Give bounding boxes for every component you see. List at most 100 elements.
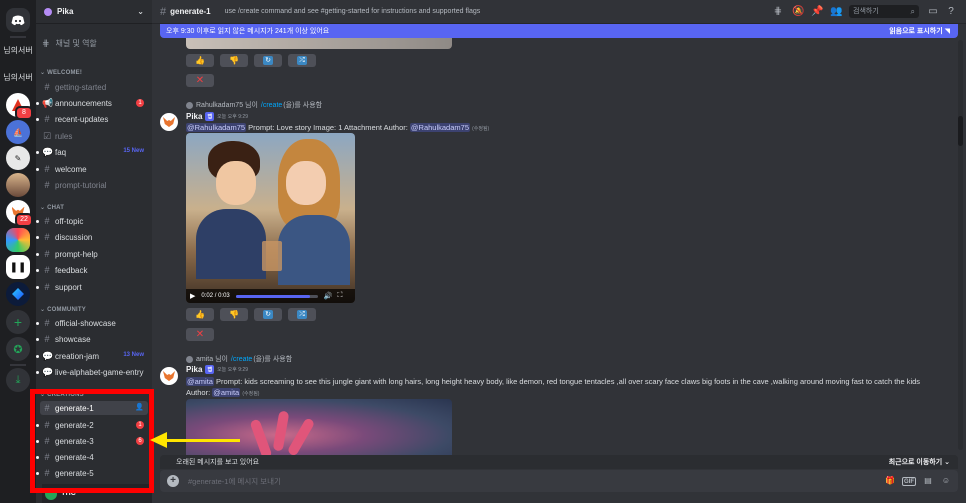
video-progress-fill [235, 294, 310, 298]
channel-faq[interactable]: 💬 faq 15 New [36, 145, 148, 159]
discord-home-button[interactable] [6, 8, 30, 32]
video-attachment[interactable]: ▶ 0:02 / 0:03 🔊 ⛶ [186, 133, 355, 303]
author-mention[interactable]: @amita [212, 388, 241, 397]
channel-off-topic[interactable]: # off-topic [36, 214, 148, 228]
attach-plus-icon[interactable]: + [167, 475, 179, 487]
server-icon-pause[interactable]: ❚❚ [6, 255, 30, 279]
video-progress-bar[interactable] [235, 294, 318, 298]
channel-creation-jam[interactable]: 💬 creation-jam 13 New [36, 349, 148, 363]
message-composer[interactable]: + #generate-1에 메시지 보내기 🎁 GIF ▤ ☺ [160, 470, 958, 492]
mark-as-read-button[interactable]: 읽음으로 표시하기 ◥ [889, 26, 950, 36]
user-mention[interactable]: @Rahulkadam75 [186, 123, 247, 132]
ship-icon: ⛵ [6, 120, 30, 144]
volume-icon[interactable]: 🔊 [324, 292, 333, 300]
channel-feedback[interactable]: # feedback [36, 263, 148, 277]
invite-user-icon[interactable]: 👤 [135, 403, 144, 411]
thumbs-down-icon: 👎 [229, 56, 239, 65]
thumbs-up-button[interactable]: 👍 [186, 54, 214, 67]
pika-avatar[interactable] [160, 113, 178, 131]
explore-servers-button[interactable]: ✪ [6, 337, 30, 361]
server-icon-blue[interactable] [6, 282, 30, 306]
channel-generate-4[interactable]: # generate-4 [36, 450, 148, 464]
delete-button[interactable]: ✕ [186, 328, 214, 341]
mute-bell-icon[interactable]: 🔕 [792, 6, 804, 18]
search-input[interactable]: 검색하기 ⌕ [849, 5, 919, 18]
message-author[interactable]: Pika 앱 오늘 오후 9:29 [186, 112, 248, 121]
command-reply[interactable]: Rahulkadam75 님이 /create (을)를 사용함 [186, 100, 322, 110]
thumbs-down-button[interactable]: 👎 [220, 54, 248, 67]
shuffle-button[interactable]: ⤮ [288, 54, 316, 67]
delete-button[interactable]: ✕ [186, 74, 214, 87]
channel-announcements[interactable]: 📢 announcements 1 [36, 96, 148, 110]
threads-icon[interactable]: ⋕ [772, 6, 784, 18]
channel-recent-updates[interactable]: # recent-updates [36, 112, 148, 126]
channel-generate-3[interactable]: # generate-3 6 [36, 434, 148, 448]
user-name: YHC [61, 490, 76, 497]
retry-button[interactable]: ↻ [254, 54, 282, 67]
server-header[interactable]: Pika ⌄ [36, 0, 152, 24]
user-avatar[interactable] [45, 487, 57, 500]
user-mention[interactable]: @amita [186, 377, 214, 386]
browse-channels-button[interactable]: ⋕ 채널 및 역할 [42, 38, 97, 49]
add-server-button[interactable]: + [6, 310, 30, 334]
inbox-icon[interactable]: ▭ [927, 6, 939, 18]
play-icon[interactable]: ▶ [190, 292, 195, 300]
gif-icon[interactable]: GIF [902, 477, 916, 486]
channel-prompt-tutorial[interactable]: # prompt-tutorial [40, 178, 148, 192]
author-mention[interactable]: @Rahulkadam75 [409, 123, 470, 132]
jump-label: 최근으로 이동하기 [888, 459, 943, 466]
category-community[interactable]: ⌄ COMMUNITY [40, 306, 86, 313]
command-reply[interactable]: amita 님이 /create (을)를 사용함 [186, 354, 292, 364]
channel-topic[interactable]: use /create command and see #getting-sta… [225, 8, 481, 15]
channel-rules[interactable]: ☑ rules [40, 129, 148, 143]
help-icon[interactable]: ? [945, 6, 957, 18]
fullscreen-icon[interactable]: ⛶ [337, 292, 342, 300]
server-icon-red[interactable]: 8 [6, 93, 33, 120]
server-item-text[interactable]: 님의서버 [2, 45, 34, 56]
server-icon-sketch[interactable]: ✎ [6, 146, 30, 170]
hash-icon: # [44, 452, 50, 462]
pika-avatar[interactable] [160, 367, 178, 385]
pin-icon[interactable]: 📌 [811, 6, 823, 18]
user-panel: YHC [42, 484, 152, 503]
server-item-text[interactable]: 님의서버 [2, 72, 34, 83]
scrollbar-track[interactable] [958, 40, 963, 450]
server-icon-portrait[interactable] [6, 173, 30, 197]
server-icon-pika[interactable]: 22 [6, 200, 33, 227]
shuffle-button[interactable]: ⤮ [288, 308, 316, 321]
channel-discussion[interactable]: # discussion [36, 230, 148, 244]
previous-image[interactable] [186, 38, 452, 49]
category-creations[interactable]: ⌄ CREATIONS [40, 391, 84, 398]
image-attachment[interactable] [186, 399, 452, 455]
thumbs-up-button[interactable]: 👍 [186, 308, 214, 321]
jump-to-present-button[interactable]: 최근으로 이동하기 ⌄ [889, 457, 950, 467]
server-icon-ship[interactable]: ⛵ [6, 120, 30, 144]
thumbs-down-button[interactable]: 👎 [220, 308, 248, 321]
message-author[interactable]: Pika 앱 오늘 오후 9:29 [186, 365, 248, 374]
channel-welcome[interactable]: # welcome [36, 162, 148, 176]
category-label: CHAT [47, 205, 65, 211]
unread-banner[interactable]: 오후 9:30 이후로 읽지 않은 메시지가 241개 이상 있어요 읽음으로 … [160, 24, 958, 38]
download-apps-button[interactable]: ⤓ [6, 368, 30, 392]
channel-generate-1[interactable]: # generate-1 👤 [40, 401, 148, 415]
channel-showcase[interactable]: # showcase [36, 332, 148, 346]
scrollbar-thumb[interactable] [958, 116, 963, 146]
channel-generate-5[interactable]: # generate-5 [36, 466, 148, 480]
category-chat[interactable]: ⌄ CHAT [40, 204, 64, 211]
channel-official-showcase[interactable]: # official-showcase [36, 316, 148, 330]
mark-as-read-label: 읽음으로 표시하기 [889, 28, 943, 35]
channel-support[interactable]: # support [36, 280, 148, 294]
category-welcome[interactable]: ⌄ WELCOME! [40, 69, 82, 76]
emoji-icon[interactable]: ☺ [940, 475, 952, 487]
member-list-icon[interactable]: 👥 [830, 6, 842, 18]
category-label: CREATIONS [47, 392, 84, 398]
channel-live-alphabet-game-entry[interactable]: 💬 live-alphabet-game-entry [36, 365, 148, 379]
gift-icon[interactable]: 🎁 [884, 475, 896, 487]
server-icon-gradient[interactable] [6, 228, 30, 252]
pika-logo-icon [44, 7, 52, 16]
sticker-icon[interactable]: ▤ [922, 475, 934, 487]
channel-generate-2[interactable]: # generate-2 1 [36, 418, 148, 432]
channel-prompt-help[interactable]: # prompt-help [36, 247, 148, 261]
channel-getting-started[interactable]: # getting-started [40, 80, 148, 94]
retry-button[interactable]: ↻ [254, 308, 282, 321]
